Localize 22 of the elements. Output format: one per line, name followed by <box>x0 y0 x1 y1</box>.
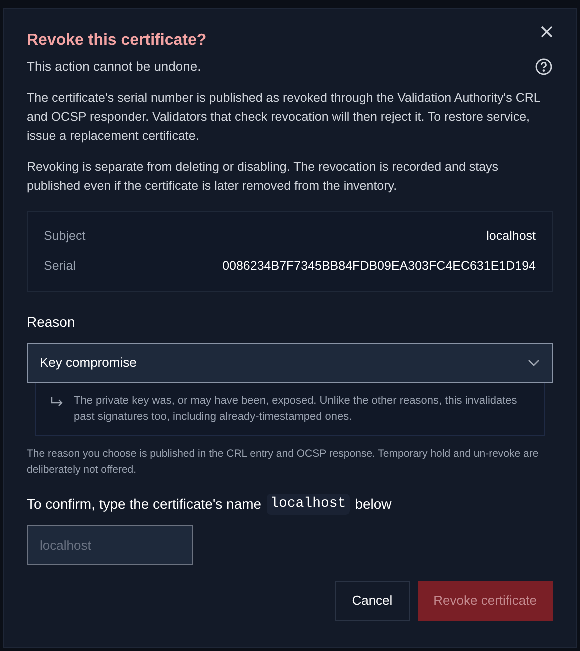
cancel-button[interactable]: Cancel <box>335 581 410 621</box>
confirm-label: To confirm, type the certificate's name <box>27 495 262 514</box>
detail-label: Subject <box>44 228 86 245</box>
help-icon <box>535 58 553 76</box>
certificate-name-code: localhost <box>266 494 350 515</box>
dialog-subtitle: This action cannot be undone. <box>27 58 202 76</box>
close-icon <box>540 25 554 39</box>
description-paragraph: The certificate's serial number is published as revoked through the Validation Authority's CRL and OCSP responder. Validators that check revocation will then reject it. To restore service, issue a replacement certificate. <box>27 90 542 145</box>
reason-description: The private key was, or may have been, exposed. Unlike the other reasons, this invalidates past signatures too, including already-timestamped ones. <box>74 394 518 425</box>
confirm-label-suffix: below <box>355 495 392 514</box>
detail-value: 0086234B7F7345BB84FDB09EA303FC4EC631E1D194 <box>222 258 536 276</box>
detail-label: Serial <box>44 258 76 276</box>
confirm-input-field[interactable]: localhost <box>27 525 193 565</box>
dialog-title: Revoke this certificate? <box>27 31 207 51</box>
reason-label: Reason <box>27 313 76 332</box>
help-button[interactable] <box>535 58 553 76</box>
reason-select[interactable]: Key compromise <box>27 343 553 383</box>
return-arrow-icon <box>50 396 64 408</box>
reason-note: The reason you choose is published in the CRL entry and OCSP response. Temporary hold and un-revoke are deliberately not offered. <box>27 447 540 478</box>
description-paragraph: Revoking is separate from deleting or disabling. The revocation is recorded and stays published even if the certificate is later removed from the inventory. <box>27 158 500 195</box>
chevron-down-icon <box>528 359 540 367</box>
detail-value: localhost <box>486 228 536 244</box>
